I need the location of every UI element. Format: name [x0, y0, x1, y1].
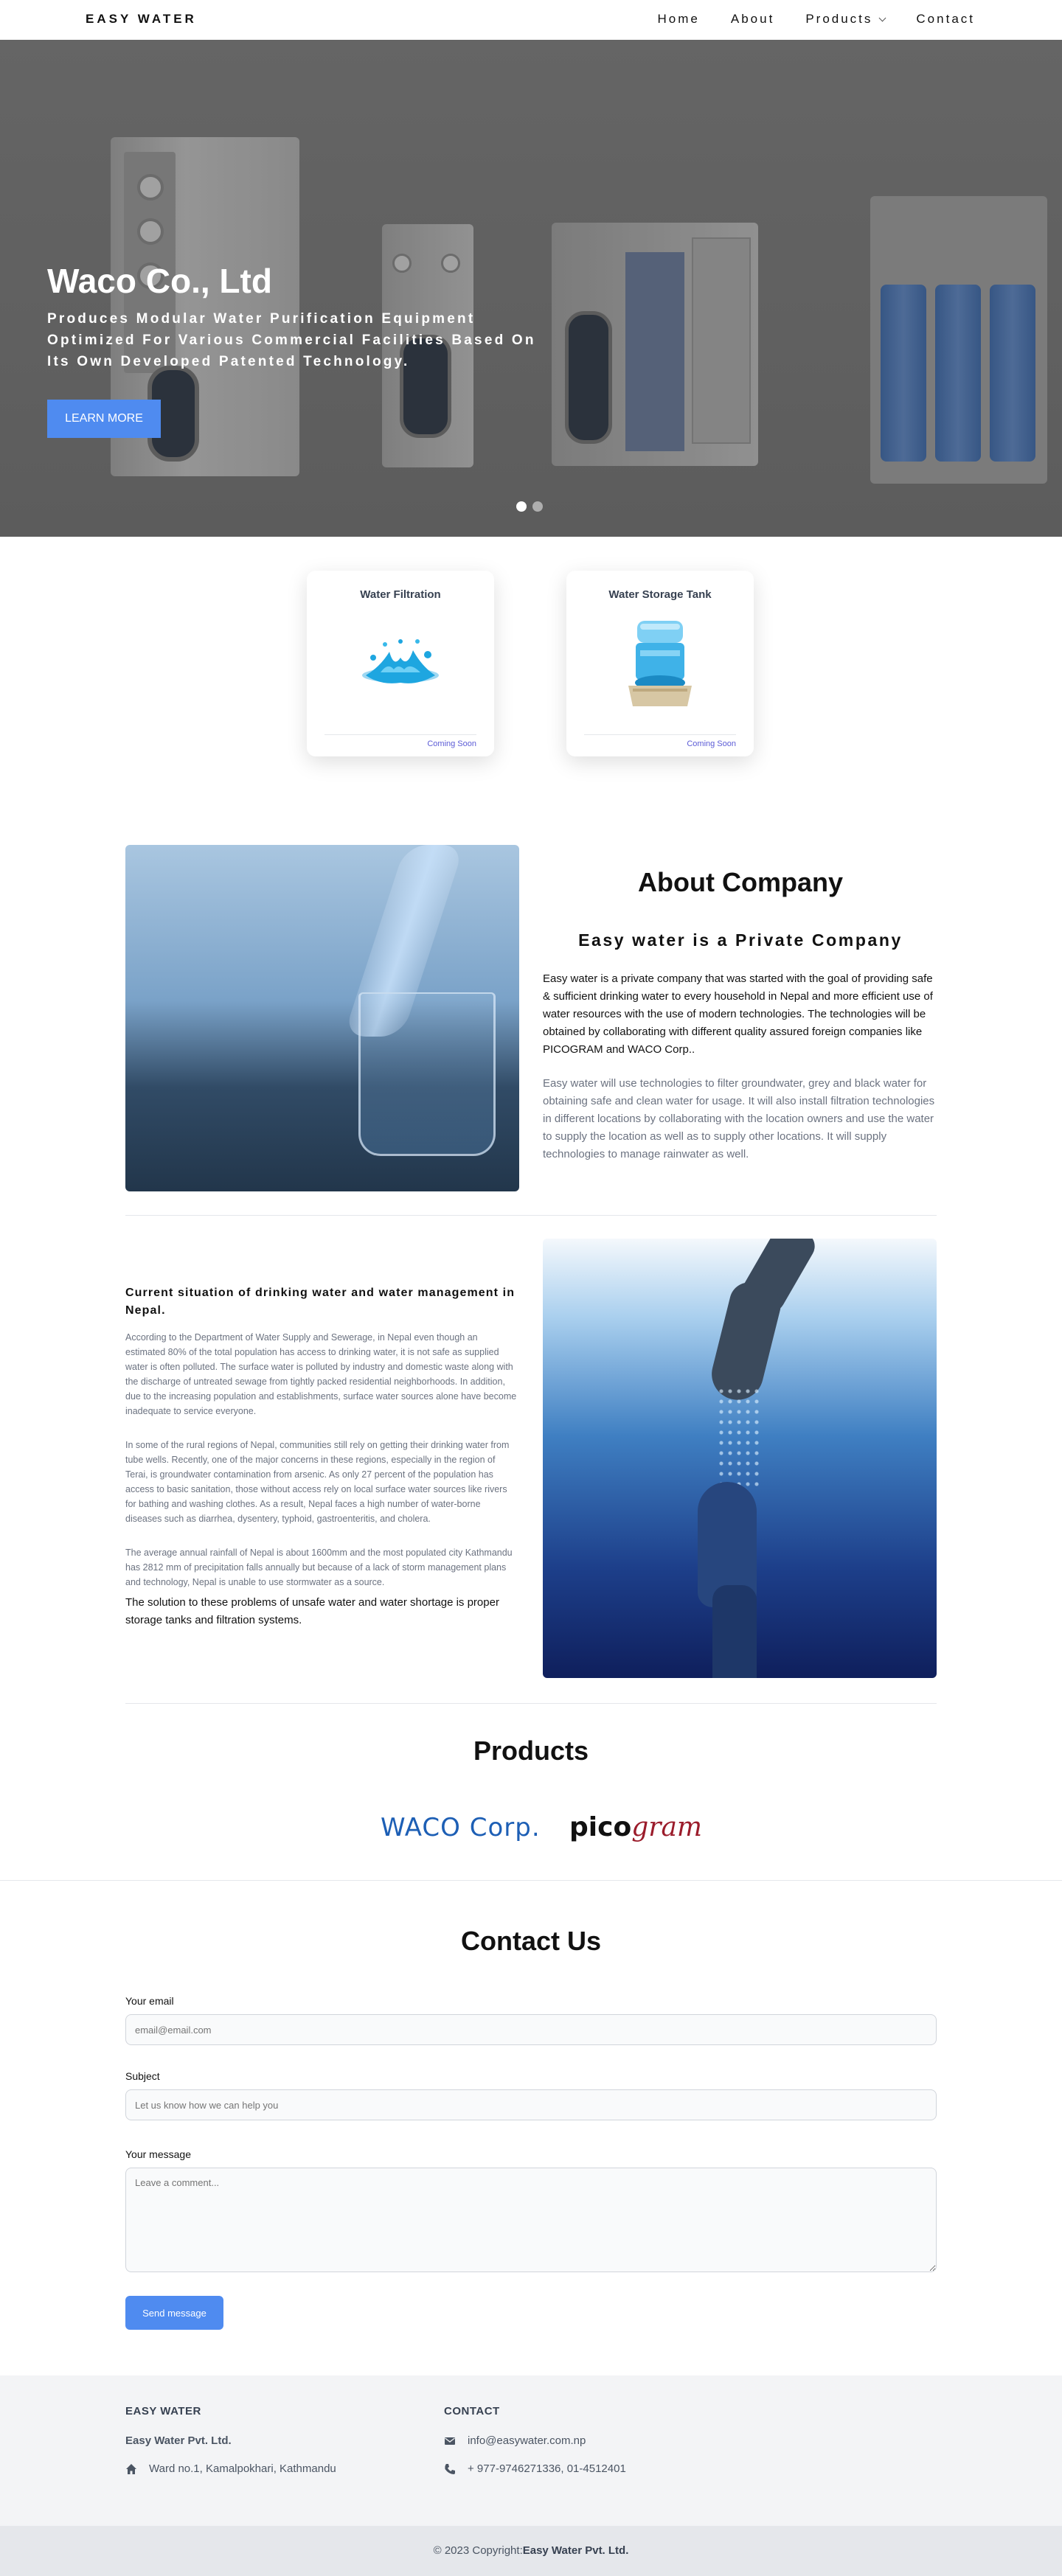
card-divider: [324, 734, 476, 735]
nav-links: Home About Products Contact: [658, 12, 975, 27]
coming-soon-label: Coming Soon: [427, 739, 476, 748]
situation-paragraph: The average annual rainfall of Nepal is …: [125, 1548, 513, 1587]
nav-link-products-label: Products: [805, 12, 873, 26]
message-textarea[interactable]: [125, 2168, 937, 2272]
glass-shape: [358, 992, 496, 1156]
hero-carousel: Waco Co., Ltd Produces Modular Water Pur…: [0, 40, 1062, 537]
top-navbar: EASY WATER Home About Products Contact: [0, 0, 1062, 40]
footer-contact-heading: CONTACT: [444, 2405, 500, 2417]
chevron-down-icon: [878, 14, 886, 21]
situation-paragraph: In some of the rural regions of Nepal, c…: [125, 1440, 510, 1524]
carousel-dot[interactable]: [532, 501, 543, 512]
subject-label: Subject: [125, 2070, 160, 2082]
bubbles-pattern: [717, 1386, 761, 1489]
coming-soon-label: Coming Soon: [687, 739, 736, 748]
footer-phone[interactable]: + 977-9746271336, 01-4512401: [444, 2462, 626, 2475]
waco-corp-logo[interactable]: WACO Corp.: [381, 1809, 541, 1843]
nav-link-contact[interactable]: Contact: [916, 12, 975, 27]
about-paragraph: Easy water is a private company that was…: [543, 972, 933, 1056]
card-title: Water Filtration: [360, 588, 441, 601]
brand-logo[interactable]: EASY WATER: [86, 12, 197, 27]
about-heading: About Company: [638, 867, 843, 897]
logo-suffix: Corp.: [460, 1813, 541, 1842]
contact-heading: Contact Us: [460, 1926, 602, 1956]
nav-link-products[interactable]: Products: [805, 12, 886, 27]
section-divider: [0, 1880, 1062, 1881]
carousel-dot[interactable]: [516, 501, 527, 512]
about-paragraph: Easy water will use technologies to filt…: [543, 1077, 935, 1160]
learn-more-button[interactable]: LEARN MORE: [47, 400, 161, 438]
water-dispenser-icon: [628, 621, 692, 706]
phone-icon: [445, 2463, 455, 2474]
footer-address: Ward no.1, Kamalpokhari, Kathmandu: [125, 2462, 336, 2475]
envelope-icon: [445, 2437, 455, 2445]
about-subheading: Easy water is a Private Company: [578, 930, 903, 950]
copyright-prefix: © 2023 Copyright:: [433, 2544, 523, 2557]
footer-email[interactable]: info@easywater.com.np: [444, 2434, 586, 2447]
situation-paragraph: According to the Department of Water Sup…: [125, 1332, 517, 1416]
section-divider: [125, 1215, 937, 1216]
carousel-indicators: [516, 501, 543, 512]
phone-text: + 977-9746271336, 01-4512401: [468, 2462, 626, 2475]
footer-brand-heading: EASY WATER: [125, 2405, 201, 2417]
footer-company-name: Easy Water Pvt. Ltd.: [125, 2434, 232, 2447]
products-heading: Products: [473, 1736, 589, 1766]
copyright-bar: © 2023 Copyright:Easy Water Pvt. Ltd.: [0, 2526, 1062, 2576]
reaching-hands-image: [543, 1239, 937, 1678]
picogram-logo[interactable]: picogram: [569, 1812, 702, 1842]
send-message-button[interactable]: Send message: [125, 2296, 223, 2330]
card-title: Water Storage Tank: [608, 588, 712, 601]
home-icon: [126, 2463, 136, 2474]
water-glass-image: [125, 845, 519, 1191]
copyright-owner[interactable]: Easy Water Pvt. Ltd.: [523, 2544, 629, 2557]
nav-link-about[interactable]: About: [731, 12, 774, 27]
section-divider: [125, 1703, 937, 1704]
situation-conclusion: The solution to these problems of unsafe…: [125, 1596, 499, 1626]
hand-shape: [712, 1585, 757, 1678]
hero-subtitle: Produces Modular Water Purification Equi…: [47, 311, 536, 369]
card-divider: [584, 734, 736, 735]
email-label: Your email: [125, 1995, 174, 2007]
situation-heading: Current situation of drinking water and …: [125, 1287, 516, 1317]
message-label: Your message: [125, 2148, 191, 2160]
address-text: Ward no.1, Kamalpokhari, Kathmandu: [149, 2462, 336, 2475]
footer: EASY WATER Easy Water Pvt. Ltd. Ward no.…: [0, 2375, 1062, 2526]
nav-link-home[interactable]: Home: [658, 12, 700, 27]
email-text: info@easywater.com.np: [468, 2434, 586, 2447]
logo-main: pico: [569, 1812, 632, 1842]
logo-suffix: gram: [631, 1812, 703, 1842]
service-card-water-storage-tank[interactable]: Water Storage Tank Coming Soon: [566, 571, 754, 756]
water-splash-icon: [362, 639, 439, 683]
service-card-water-filtration[interactable]: Water Filtration Coming Soon: [307, 571, 494, 756]
subject-input[interactable]: [125, 2089, 937, 2120]
email-input[interactable]: [125, 2014, 937, 2045]
logo-main: WACO: [381, 1813, 461, 1842]
hero-title: Waco Co., Ltd: [47, 262, 272, 300]
